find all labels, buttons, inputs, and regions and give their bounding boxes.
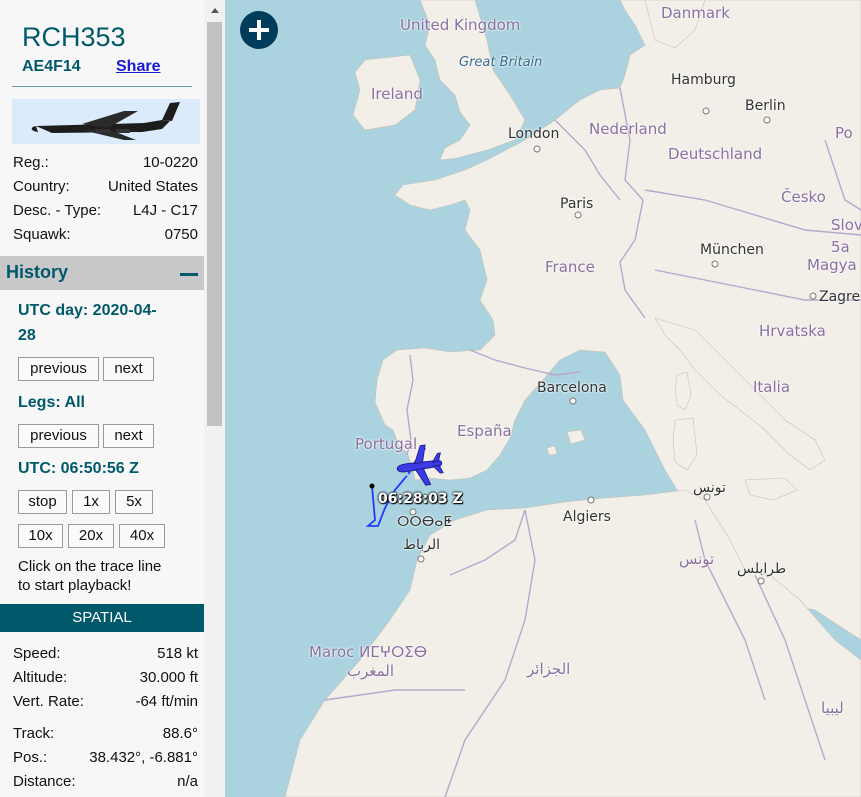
map-label-cesko: Česko [781,188,826,206]
sidebar-scrollbar[interactable] [204,0,225,797]
map-label-tunisia-ar: تونس [679,550,715,568]
altitude-row: Altitude: 30.000 ft [13,669,198,686]
hint-line1: Click on the trace line [18,558,162,575]
aircraft-marker-icon[interactable] [393,444,445,488]
position-row: Pos.: 38.432°, -6.881° [13,749,198,766]
scrollbar-thumb[interactable] [207,22,222,426]
reg-row: Reg.: 10-0220 [13,154,198,171]
map-label-zagre: Zagre [819,289,861,305]
vert-rate-label: Vert. Rate: [13,693,84,710]
legs-previous-button[interactable]: previous [18,424,99,448]
map-label-deutschland: Deutschland [668,145,763,163]
map-label-france: France [545,258,595,276]
map-label-maroc: Maroc ⵍⵎⵖⵔⵉⴱ [309,643,428,661]
map-label-barcelona: Barcelona [537,380,607,396]
map-label-munchen: München [700,242,764,258]
type-value: L4J - C17 [132,202,198,219]
playback-1x-button[interactable]: 1x [72,490,110,514]
speed-value: 518 kt [157,645,198,662]
map-label-magya: Magya [807,256,857,274]
altitude-label: Altitude: [13,669,68,686]
map-label-united-kingdom: United Kingdom [400,16,521,34]
map-label-espana: España [457,422,512,440]
distance-label: Distance: [13,773,76,790]
legs-label: Legs: All [18,394,85,411]
map-label-libya-ar: ليبيا [821,699,844,717]
playback-20x-button[interactable]: 20x [68,524,114,548]
map-label-rabat-ar: الرباط [403,537,440,553]
map-label-nederland: Nederland [589,120,667,138]
map-label-algiers: Algiers [563,509,611,525]
track-value: 88.6° [162,725,198,742]
playback-stop-button[interactable]: stop [18,490,67,514]
scroll-up-arrow-icon[interactable] [211,8,219,13]
legs-next-button[interactable]: next [103,424,154,448]
utc-time-label: UTC: 06:50:56 Z [18,460,139,477]
map-label-danmark: Danmark [661,4,730,22]
map-label-ireland: Ireland [371,85,423,103]
utc-day-line1: UTC day: 2020-04- [18,302,157,319]
map-label-berlin: Berlin [745,98,786,114]
squawk-row: Squawk: 0750 [13,226,198,243]
vert-rate-value: -64 ft/min [135,693,198,710]
c17-aircraft-icon [12,99,200,144]
info-sidebar: RCH353 AE4F14 Share Reg.: 10-0220 Countr… [0,0,204,797]
day-next-button[interactable]: next [103,357,154,381]
type-row: Desc. - Type: L4J - C17 [13,202,198,219]
utc-day-line2: 28 [18,327,36,344]
map-label-italia: Italia [753,378,791,396]
map-label-rabat-tif: ⵔⵔⴱⴰⵟ [397,514,453,530]
playback-5x-button[interactable]: 5x [115,490,153,514]
playback-10x-button[interactable]: 10x [18,524,63,548]
map-label-paris: Paris [560,196,594,212]
speed-row: Speed: 518 kt [13,645,198,662]
reg-value: 10-0220 [142,154,198,171]
map-label-algeria-ar: الجزائر [527,660,571,678]
type-label: Desc. - Type: [13,202,102,219]
distance-row: Distance: n/a [13,773,198,790]
map-label-hrvatska: Hrvatska [759,322,826,340]
map-label-hamburg: Hamburg [671,72,736,88]
map-label-tunis-ar: تونس [693,480,726,496]
map-label-tripoli-ar: طرابلس [737,561,787,577]
map-view[interactable]: United Kingdom Great Britain Danmark Ire… [225,0,861,797]
map-label-great-britain: Great Britain [459,55,543,70]
squawk-label: Squawk: [13,226,71,243]
map-label-london: London [508,126,560,142]
squawk-value: 0750 [164,226,198,243]
map-label-po: Po [835,124,853,142]
vert-rate-row: Vert. Rate: -64 ft/min [13,693,198,710]
share-link[interactable]: Share [116,58,160,76]
icao-hex: AE4F14 [22,58,81,75]
country-label: Country: [13,178,70,195]
spatial-header[interactable]: SPATIAL [0,604,204,632]
collapse-icon[interactable] [180,273,198,276]
map-label-5a: 5a [831,238,850,256]
distance-value: n/a [177,773,198,790]
map-label-maghrib-ar: المغرب [347,662,395,680]
callsign: RCH353 [22,22,126,52]
aircraft-time-label: 06:28:03 Z [378,491,463,507]
position-value: 38.432°, -6.881° [89,749,198,766]
map-label-slov: Slov [831,216,861,234]
speed-label: Speed: [13,645,61,662]
track-label: Track: [13,725,55,742]
history-header[interactable]: History [0,256,204,290]
day-previous-button[interactable]: previous [18,357,99,381]
history-title: History [6,262,69,282]
hint-line2: to start playback! [18,577,132,594]
utc-day-label: UTC day: 2020-04- 28 [18,298,157,348]
divider [12,86,192,87]
playback-40x-button[interactable]: 40x [119,524,165,548]
country-row: Country: United States [13,178,198,195]
reg-label: Reg.: [13,154,49,171]
playback-hint: Click on the trace line to start playbac… [18,557,161,595]
country-value: United States [107,178,198,195]
track-row: Track: 88.6° [13,725,198,742]
altitude-value: 30.000 ft [139,669,198,686]
aircraft-photo[interactable] [12,99,200,144]
zoom-in-button[interactable] [240,11,278,49]
position-label: Pos.: [13,749,48,766]
